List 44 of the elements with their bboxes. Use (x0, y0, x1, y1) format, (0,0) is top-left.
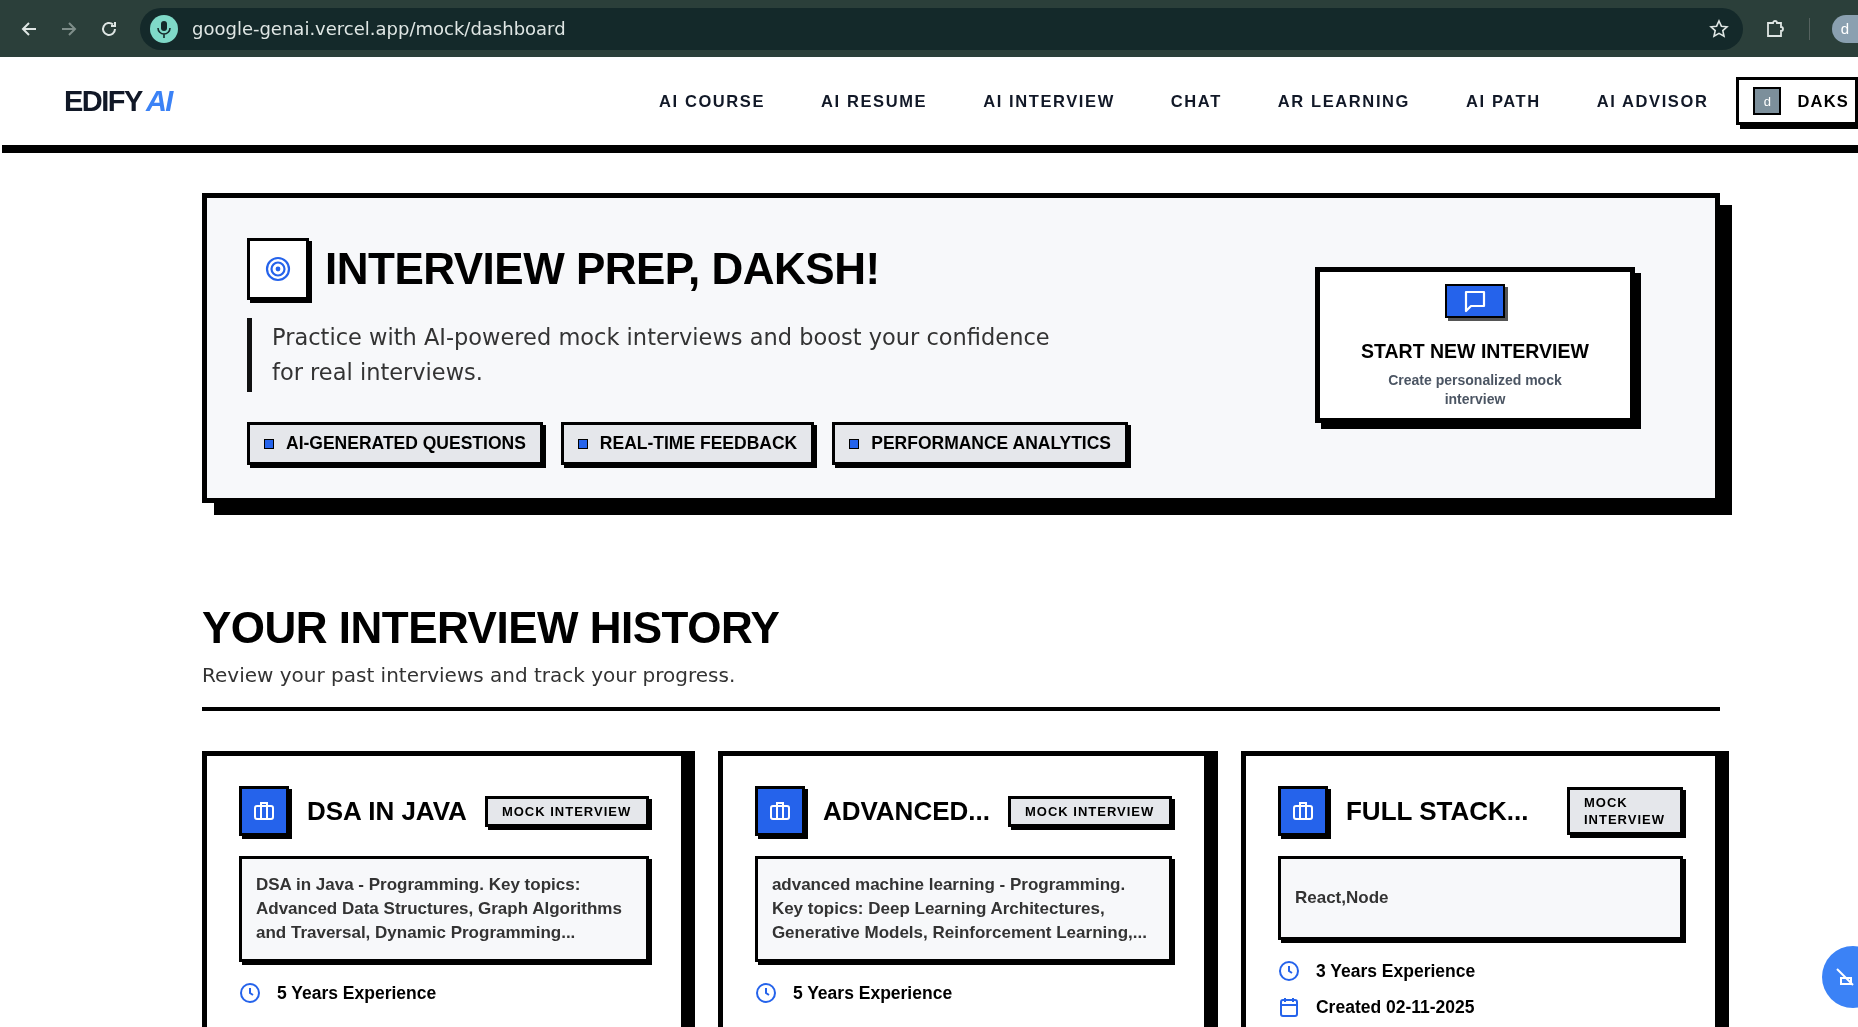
target-icon (265, 256, 291, 282)
detail-text: 5 Years Experience (277, 982, 437, 1004)
section-subtitle: Review your past interviews and track your progress. (202, 663, 737, 687)
mock-interview-badge: MOCK INTERVIEW (1007, 795, 1172, 827)
page-title: INTERVIEW PREP, DAKSH! (325, 244, 880, 294)
puzzle-icon[interactable] (1765, 17, 1787, 40)
card-description: DSA in Java - Programming. Key topics: Advanced Data Structures, Graph Algorithms and Traversal, Dynamic Programming... (239, 856, 649, 962)
briefcase-icon (1290, 799, 1315, 823)
briefcase-icon (252, 799, 276, 823)
card-title: ADVANCED... (822, 795, 990, 827)
clock-icon (754, 982, 777, 1004)
forward-icon[interactable] (60, 19, 78, 38)
card-title: DSA IN JAVA (307, 795, 467, 827)
back-icon[interactable] (20, 19, 38, 38)
nav-link[interactable]: CHAT (1142, 91, 1250, 111)
clock-icon (239, 982, 261, 1004)
briefcase-icon (767, 799, 792, 823)
feature-tag: AI-GENERATED QUESTIONS (247, 422, 543, 465)
mock-interview-badge: MOCK INTERVIEW (1567, 787, 1683, 835)
mock-interview-badge: MOCK INTERVIEW (484, 795, 649, 827)
reload-icon[interactable] (100, 19, 118, 38)
logo[interactable]: EDIFYAI (64, 84, 172, 118)
nav-link[interactable]: AI COURSE (631, 91, 794, 111)
card-title: FULL STACK... (1345, 795, 1530, 827)
microphone-icon[interactable] (150, 14, 178, 43)
detail-text: 5 Years Experience (792, 982, 953, 1004)
nav-link[interactable]: AI RESUME (793, 91, 956, 111)
nav-link[interactable]: AI INTERVIEW (955, 91, 1143, 111)
nav-link[interactable]: AI PATH (1438, 91, 1569, 111)
detail-text: Created 02-11-2025 (1315, 996, 1475, 1018)
clock-icon (1277, 960, 1300, 982)
card-description: advanced machine learning - Programming. Key topics: Deep Learning Architectures, Generative Models, Reinforcement Learning,... (754, 856, 1172, 962)
calendar-icon (1277, 996, 1300, 1018)
feature-tag: PERFORMANCE ANALYTICS (832, 422, 1129, 465)
section-title: YOUR INTERVIEW HISTORY (202, 603, 781, 653)
card-description: React,Node (1277, 856, 1683, 940)
feature-tag: REAL-TIME FEEDBACK (560, 422, 815, 465)
chat-bubble-icon (1462, 288, 1488, 314)
nav-link[interactable]: AI ADVISOR (1568, 91, 1737, 111)
detail-text: 3 Years Experience (1315, 960, 1476, 982)
nav-link[interactable]: AR LEARNING (1249, 91, 1438, 111)
star-icon[interactable] (1709, 18, 1729, 39)
user-avatar: d (1753, 87, 1782, 115)
hero-subtitle: Practice with AI-powered mock interviews and boost your confidence for real interviews. (247, 318, 1062, 392)
